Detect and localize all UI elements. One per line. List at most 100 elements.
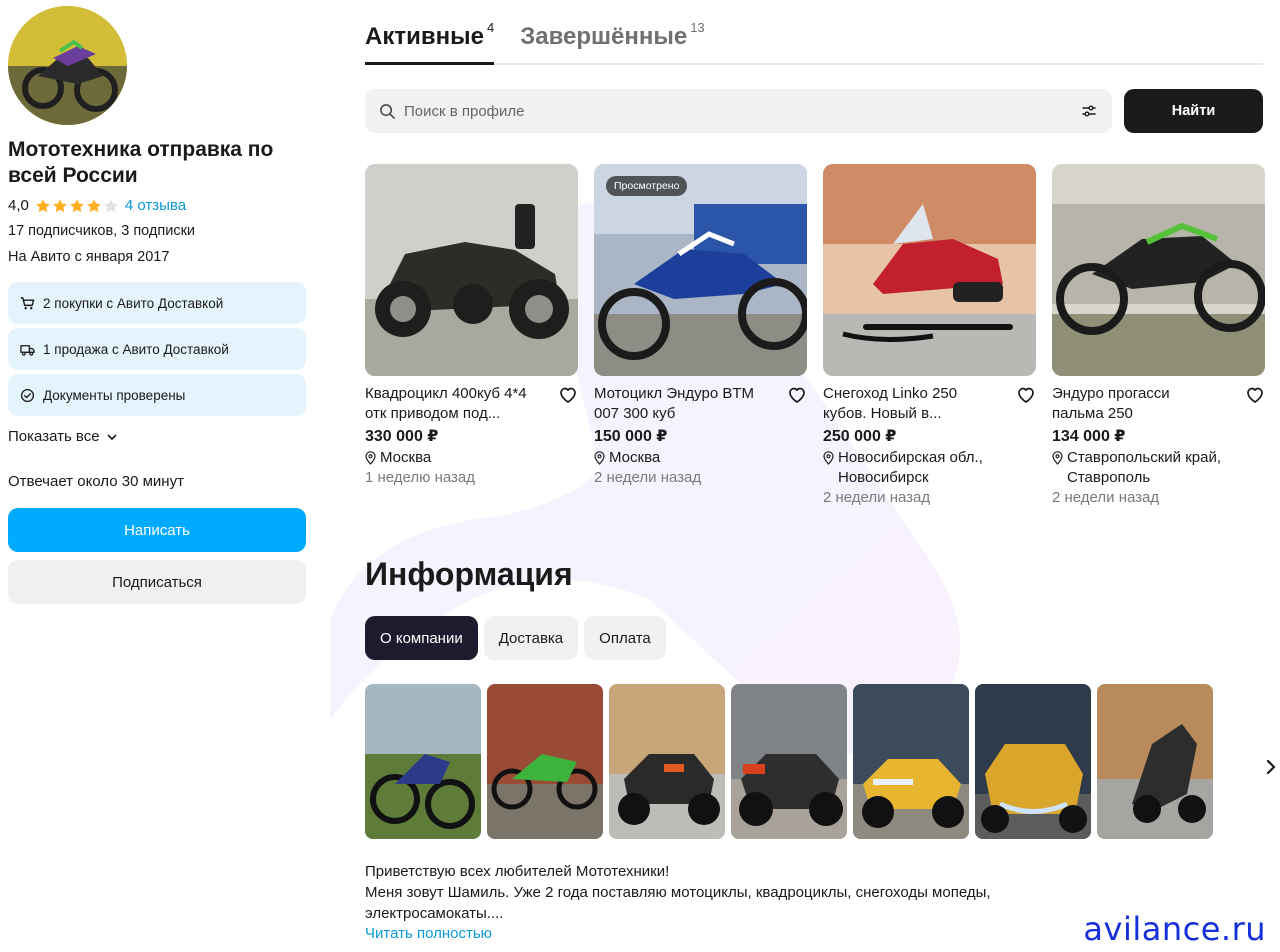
search-input[interactable] — [404, 102, 1072, 120]
subscribe-button[interactable]: Подписаться — [8, 560, 306, 604]
listing-title[interactable]: Квадроцикл 400куб 4*4 отк приводом под..… — [365, 384, 527, 424]
location-pin-icon — [365, 451, 376, 465]
heart-icon[interactable] — [787, 385, 807, 405]
listing-photo[interactable]: Просмотрено — [594, 164, 807, 376]
location-line: Москва — [380, 449, 432, 466]
info-heading: Информация — [365, 556, 573, 592]
filter-sliders-icon[interactable] — [1080, 102, 1098, 120]
listing-title-line: Снегоход Linko 250 — [823, 385, 958, 402]
listing-title-line: отк приводом под... — [365, 405, 501, 422]
about-line: электросамокаты.... — [365, 905, 504, 922]
rating-row: 4,0 4 отзыва — [8, 197, 306, 214]
truck-icon — [20, 344, 35, 356]
check-circle-icon — [20, 388, 35, 402]
heart-icon[interactable] — [558, 385, 578, 405]
gallery-photo[interactable] — [975, 684, 1091, 839]
avatar[interactable] — [8, 6, 127, 125]
listing-date: 2 недели назад — [823, 489, 931, 506]
star-icon — [35, 198, 50, 212]
profile-main: Активные4 Завершённые13 Найти — [365, 0, 1265, 944]
badge-list: 2 покупки с Авито Доставкой 1 продажа с … — [8, 282, 306, 416]
tab-count: 13 — [690, 20, 705, 35]
about-line: Приветствую всех любителей Мототехники! — [365, 863, 670, 880]
listing-date: 2 недели назад — [594, 469, 702, 486]
reviews-link[interactable]: 4 отзыва — [125, 197, 186, 214]
badge-documents: Документы проверены — [8, 374, 306, 416]
heart-icon[interactable] — [1245, 385, 1265, 405]
site-watermark: avilance.ru — [1083, 910, 1266, 948]
listing-title[interactable]: Мотоцикл Эндуро BTM 007 300 куб — [594, 384, 754, 424]
member-since: На Авито с января 2017 — [8, 249, 170, 265]
search-button[interactable]: Найти — [1124, 89, 1263, 133]
tab-active[interactable]: Активные 4 — [365, 20, 495, 65]
listing-head: Мотоцикл Эндуро BTM 007 300 куб — [594, 384, 807, 424]
gallery-photo[interactable] — [487, 684, 603, 839]
rating-stars — [35, 198, 119, 214]
listing-price: 330 000 ₽ — [365, 428, 439, 445]
listing-price: 250 000 ₽ — [823, 428, 897, 445]
profile-sidebar: Мототехника отправка по всей России 4,0 … — [8, 6, 306, 604]
search-icon — [380, 103, 395, 119]
badge-label: 2 покупки с Авито Доставкой — [43, 295, 224, 311]
badge-label: 1 продажа с Авито Доставкой — [43, 341, 229, 357]
listing-date: 2 недели назад — [1052, 489, 1160, 506]
gallery-photo[interactable] — [1097, 684, 1213, 839]
listing-head: Снегоход Linko 250 кубов. Новый в... — [823, 384, 1036, 424]
location-line: Москва — [609, 449, 661, 466]
followers-count[interactable]: 17 подписчиков, 3 подписки — [8, 222, 306, 240]
listing-title-line: пальма 250 — [1052, 405, 1133, 422]
search-box — [365, 89, 1112, 133]
shop-name: Мототехника отправка по всей России — [8, 138, 274, 187]
listing-head: Эндуро прогасси пальма 250 — [1052, 384, 1265, 424]
info-tabs: О компании Доставка Оплата — [365, 616, 1263, 660]
star-empty-icon — [103, 198, 118, 212]
viewed-badge: Просмотрено — [606, 176, 688, 196]
star-icon — [86, 198, 101, 212]
listing-card[interactable]: Квадроцикл 400куб 4*4 отк приводом под..… — [365, 164, 578, 508]
tab-delivery[interactable]: Доставка — [483, 616, 579, 660]
gallery-photo[interactable] — [365, 684, 481, 839]
tab-label: Завершённые — [520, 23, 688, 50]
cart-icon — [20, 296, 35, 309]
gallery-photo[interactable] — [609, 684, 725, 839]
listing-photo[interactable] — [365, 164, 578, 376]
rating-value: 4,0 — [8, 197, 29, 214]
listing-photo[interactable] — [1052, 164, 1265, 376]
gallery-photo[interactable] — [731, 684, 847, 839]
listing-title[interactable]: Эндуро прогасси пальма 250 — [1052, 384, 1170, 424]
listing-title-line: Квадроцикл 400куб 4*4 — [365, 385, 527, 402]
listing-location: Новосибирская обл., Новосибирск — [823, 448, 1036, 488]
listing-card[interactable]: Просмотрено Мотоцикл Эндуро BTM 007 300 … — [594, 164, 807, 508]
listing-title[interactable]: Снегоход Linko 250 кубов. Новый в... — [823, 384, 957, 424]
location-line: Ставропольский край, — [1067, 449, 1222, 466]
listing-location: Ставропольский край, Ставрополь — [1052, 448, 1265, 488]
write-message-button[interactable]: Написать — [8, 508, 306, 552]
listing-card[interactable]: Эндуро прогасси пальма 250 134 000 ₽ Ста… — [1052, 164, 1265, 508]
location-pin-icon — [594, 451, 605, 465]
company-gallery — [365, 684, 1263, 839]
listing-grid: Квадроцикл 400куб 4*4 отк приводом под..… — [365, 164, 1265, 508]
listing-head: Квадроцикл 400куб 4*4 отк приводом под..… — [365, 384, 578, 424]
listing-price: 150 000 ₽ — [594, 428, 668, 445]
gallery-photo[interactable] — [853, 684, 969, 839]
chevron-down-icon — [107, 434, 116, 440]
listing-location: Москва — [594, 448, 807, 468]
listing-card[interactable]: Снегоход Linko 250 кубов. Новый в... 250… — [823, 164, 1036, 508]
listing-tabs: Активные 4 Завершённые 13 — [365, 0, 1263, 65]
search-row: Найти — [365, 89, 1263, 133]
badge-purchases: 2 покупки с Авито Доставкой — [8, 282, 306, 324]
listing-photo[interactable] — [823, 164, 1036, 376]
location-line: Новосибирск — [838, 469, 929, 486]
star-icon — [52, 198, 67, 212]
location-pin-icon — [823, 451, 834, 465]
tab-payment[interactable]: Оплата — [584, 616, 666, 660]
tab-completed[interactable]: Завершённые 13 — [520, 20, 704, 63]
location-pin-icon — [1052, 451, 1063, 465]
tab-about-company[interactable]: О компании — [365, 616, 478, 660]
show-all-link[interactable]: Показать все — [8, 428, 306, 445]
tab-label: Активные — [365, 23, 484, 50]
chevron-right-icon[interactable] — [1264, 757, 1278, 777]
location-line: Ставрополь — [1067, 469, 1151, 486]
heart-icon[interactable] — [1016, 385, 1036, 405]
listing-date: 1 неделю назад — [365, 469, 476, 486]
